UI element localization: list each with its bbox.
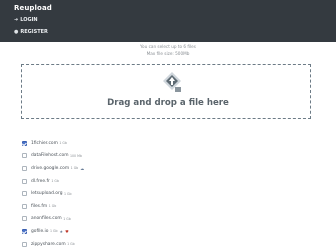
host-option[interactable]: dataFilehost.com 100 Mb [22,150,142,163]
user-icon: ● [14,29,19,35]
host-size-limit: 1 Gb [63,216,71,221]
login-label: LOGIN [20,17,38,23]
host-name: files.fm [31,203,48,209]
app-brand[interactable]: Reupload [14,4,52,12]
host-name: gofile.io [31,228,49,234]
host-option[interactable]: 1fichier.com 1 Gb [22,137,142,150]
heart-icon: ♥ [65,228,69,234]
max-size-text: Max file size: 500Mb [146,51,190,56]
login-link[interactable]: ➜ LOGIN [14,17,38,23]
host-name: dl.free.fr [31,178,50,184]
host-checkbox[interactable] [22,191,27,197]
host-name: drive.google.com [31,165,70,171]
host-option[interactable]: letsupload.org 1 Gb [22,187,142,200]
max-files-text: You can select up to 6 files [140,44,196,49]
register-label: REGISTER [20,29,48,35]
host-checkbox[interactable] [22,178,27,184]
host-size-limit: 1 Gb [48,204,57,209]
star-icon: ★ [59,228,64,234]
host-option[interactable]: dl.free.fr 1 Gb [22,175,142,188]
host-name: anonfiles.com [31,216,62,222]
dropzone-label: Drag and drop a file here [107,98,229,108]
host-name: dataFilehost.com [31,153,69,159]
host-checkbox[interactable] [22,165,27,171]
register-link[interactable]: ● REGISTER [14,29,48,35]
host-size-limit: 1 Gb [49,229,58,234]
host-size-limit: 1 Gb [51,179,59,184]
host-checkbox[interactable] [22,203,27,209]
host-size-limit: 1 Gb [70,166,79,171]
host-option[interactable]: zippyshare.com 1 Gb [22,238,142,251]
host-checkbox[interactable] [22,140,27,146]
host-checkbox[interactable] [22,228,27,234]
host-size-limit: 100 Mb [70,153,82,158]
top-navbar: Reupload ➜ LOGIN ● REGISTER [0,0,336,42]
host-size-limit: 1 Gb [67,242,75,247]
host-name: letsupload.org [31,191,63,197]
host-size-limit: 1 Gb [63,191,72,196]
cloud-icon: ☁ [80,165,85,171]
host-option[interactable]: gofile.io 1 Gb ★ ♥ [22,225,142,238]
sign-in-icon: ➜ [14,17,19,23]
host-option[interactable]: files.fm 1 Gb [22,200,142,213]
host-size-limit: 1 Gb [59,141,67,146]
host-checkbox[interactable] [22,153,27,159]
host-checkbox[interactable] [22,216,27,222]
host-name: zippyshare.com [31,241,66,247]
host-checkbox[interactable] [22,241,27,247]
upload-icon [163,72,181,92]
host-list: 1fichier.com 1 Gb dataFilehost.com 100 Mb dr… [22,137,142,250]
host-name: 1fichier.com [31,140,58,146]
host-option[interactable]: drive.google.com 1 Gb ☁ [22,162,142,175]
upload-limits-info: You can select up to 6 files Max file si… [0,43,336,57]
host-option[interactable]: anonfiles.com 1 Gb [22,213,142,226]
